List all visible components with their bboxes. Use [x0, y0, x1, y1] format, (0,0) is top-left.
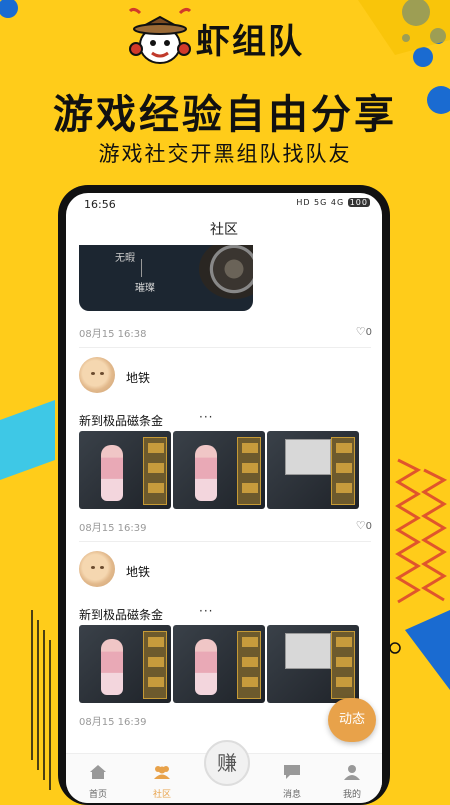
- heart-icon: ♡: [355, 325, 366, 338]
- post-thumbnail[interactable]: [173, 625, 265, 703]
- post-thumbnail[interactable]: [79, 431, 171, 509]
- status-time: 16:56: [84, 198, 116, 211]
- more-options-icon[interactable]: ···: [199, 410, 213, 424]
- post-text[interactable]: 新到极品磁条金: [79, 412, 163, 429]
- post-dynamic-button[interactable]: 动态: [328, 698, 376, 742]
- like-count: 0: [365, 521, 372, 532]
- post-image[interactable]: 无暇 璀璨: [79, 245, 253, 311]
- message-icon: [284, 765, 300, 779]
- status-icons: HD 5G 4G 100: [296, 198, 370, 207]
- post-time: 08月15 16:39: [79, 717, 147, 728]
- like-button[interactable]: ♡0: [356, 325, 372, 338]
- post-time: 08月15 16:39: [79, 523, 147, 534]
- like-button[interactable]: ♡0: [356, 519, 372, 532]
- network-indicators: HD 5G 4G: [296, 198, 345, 207]
- username[interactable]: 地铁: [126, 369, 150, 386]
- page-title: 社区: [210, 222, 238, 238]
- like-count: 0: [365, 327, 372, 338]
- username[interactable]: 地铁: [126, 563, 150, 580]
- tab-home[interactable]: 首页: [68, 754, 128, 803]
- earn-button[interactable]: 赚: [204, 740, 250, 786]
- tab-profile[interactable]: 我的: [322, 754, 382, 803]
- post-thumbnail[interactable]: [267, 625, 359, 703]
- post-thumbnail[interactable]: [79, 625, 171, 703]
- more-options-icon[interactable]: ···: [199, 604, 213, 618]
- home-icon: [90, 765, 106, 779]
- tab-label: 社区: [152, 790, 171, 800]
- profile-icon: [344, 765, 360, 780]
- image-object: [199, 245, 253, 299]
- divider: [79, 541, 371, 542]
- community-icon: [154, 766, 170, 779]
- image-pointer-line: [141, 259, 142, 277]
- post-time: 08月15 16:38: [79, 329, 147, 340]
- phone-frame: 16:56 HD 5G 4G 100 社区 无暇 璀璨 08月15 16:38 …: [58, 185, 390, 805]
- post-thumbnail[interactable]: [173, 431, 265, 509]
- avatar[interactable]: [79, 551, 115, 587]
- tab-messages[interactable]: 消息: [262, 754, 322, 803]
- divider: [79, 347, 371, 348]
- image-caption: 无暇: [115, 253, 135, 264]
- tab-label: 消息: [282, 790, 301, 800]
- post-thumbnail[interactable]: [267, 431, 359, 509]
- community-feed[interactable]: 无暇 璀璨 08月15 16:38 ♡0 地铁 新到极品磁条金 ··· 08月1…: [66, 245, 382, 745]
- bottom-tab-bar: 首页 社区 赚 消息 我的: [66, 740, 382, 803]
- tab-community[interactable]: 社区: [132, 754, 192, 803]
- tab-label: 我的: [342, 790, 361, 800]
- battery-icon: 100: [347, 198, 370, 207]
- image-caption: 璀璨: [135, 283, 155, 294]
- post-text[interactable]: 新到极品磁条金: [79, 606, 163, 623]
- app-screen: 16:56 HD 5G 4G 100 社区 无暇 璀璨 08月15 16:38 …: [66, 193, 382, 803]
- status-bar: 16:56 HD 5G 4G 100: [66, 193, 382, 213]
- avatar[interactable]: [79, 357, 115, 393]
- heart-icon: ♡: [355, 519, 366, 532]
- tab-label: 首页: [88, 790, 107, 800]
